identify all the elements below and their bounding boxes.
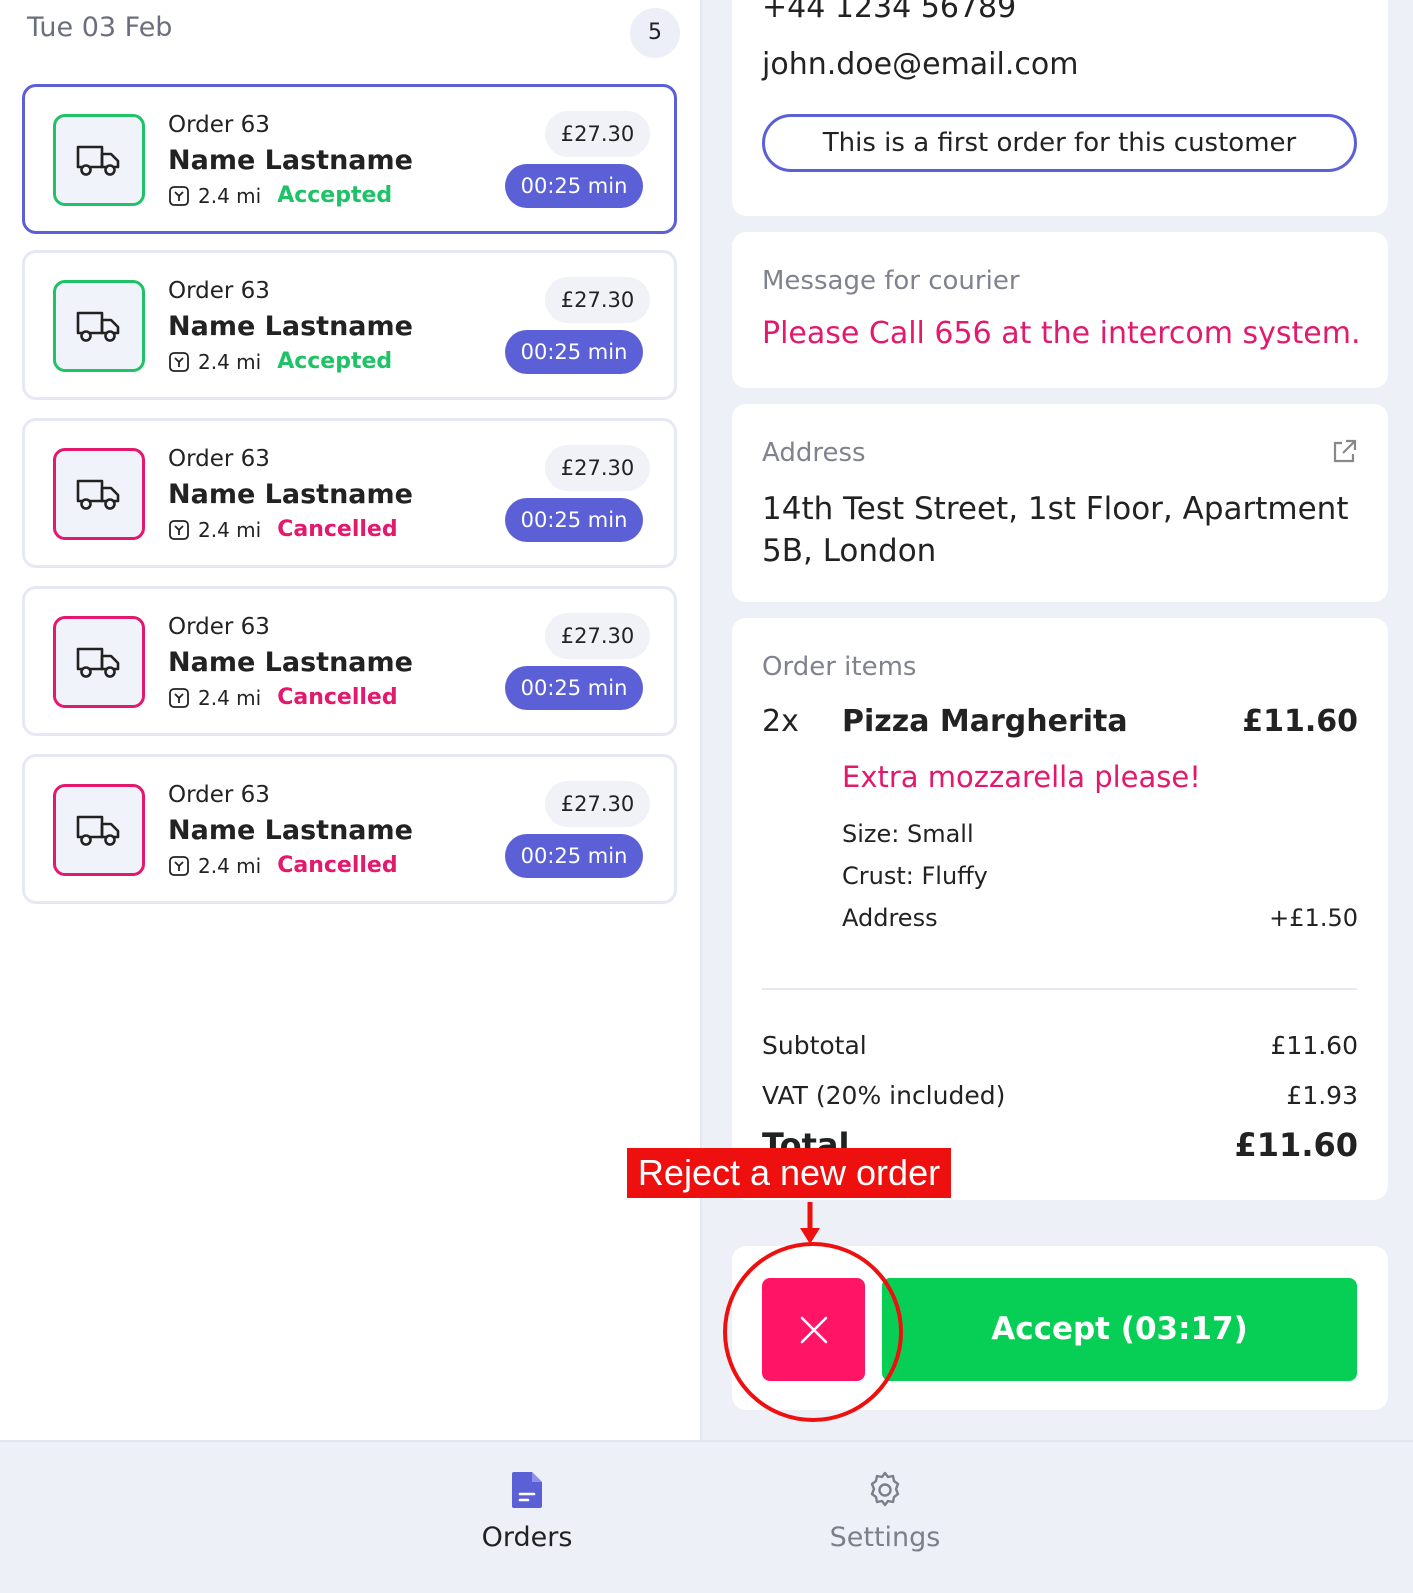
address-panel: Address 14th Test Street, 1st Floor, Apa… [732, 404, 1388, 602]
truck-icon [53, 448, 145, 540]
order-price: £27.30 [545, 445, 650, 491]
order-card[interactable]: Order 63 Name Lastname 2.4 mi Cancelled … [22, 418, 677, 568]
order-time: 00:25 min [505, 330, 643, 374]
courier-message-label: Message for courier [762, 266, 1020, 296]
courier-message-panel: Message for courier Please Call 656 at t… [732, 232, 1388, 388]
close-icon [800, 1316, 827, 1343]
external-link-icon[interactable] [1330, 438, 1358, 466]
scooter-icon [169, 687, 189, 708]
order-time: 00:25 min [505, 498, 643, 542]
orders-list-panel: Tue 03 Feb 5 Order 63 Name Lastname 2.4 … [0, 0, 702, 1440]
item-name: Pizza Margherita [842, 704, 1128, 739]
order-card[interactable]: Order 63 Name Lastname 2.4 mi Accepted £… [22, 84, 677, 234]
customer-name: Name Lastname [168, 479, 413, 510]
orders-date: Tue 03 Feb [27, 12, 173, 43]
truck-icon [53, 280, 145, 372]
accept-button[interactable]: Accept (03:17) [882, 1278, 1357, 1381]
order-distance: 2.4 mi [198, 853, 262, 878]
order-card[interactable]: Order 63 Name Lastname 2.4 mi Cancelled … [22, 754, 677, 904]
order-number: Order 63 [168, 614, 270, 640]
document-icon [512, 1472, 542, 1508]
order-number: Order 63 [168, 112, 270, 138]
order-status: Cancelled [277, 517, 398, 542]
order-card[interactable]: Order 63 Name Lastname 2.4 mi Cancelled … [22, 586, 677, 736]
orders-count-badge: 5 [630, 8, 680, 58]
tab-orders[interactable]: Orders [447, 1470, 607, 1553]
scooter-icon [169, 855, 189, 876]
customer-email[interactable]: john.doe@email.com [762, 47, 1078, 82]
subtotal-label: Subtotal [762, 1031, 867, 1060]
customer-name: Name Lastname [168, 815, 413, 846]
order-price: £27.30 [545, 781, 650, 827]
item-option: Crust: Fluffy [842, 862, 988, 890]
bottom-nav: Orders Settings [0, 1440, 1413, 1593]
order-time: 00:25 min [505, 164, 643, 208]
divider [762, 988, 1357, 990]
order-items-panel: Order items 2x Pizza Margherita £11.60 E… [732, 618, 1388, 1200]
customer-name: Name Lastname [168, 145, 413, 176]
order-price: £27.30 [545, 613, 650, 659]
scooter-icon [169, 519, 189, 540]
customer-name: Name Lastname [168, 647, 413, 678]
order-number: Order 63 [168, 278, 270, 304]
order-status: Accepted [277, 183, 393, 208]
truck-icon [53, 114, 145, 206]
order-card[interactable]: Order 63 Name Lastname 2.4 mi Accepted £… [22, 250, 677, 400]
tab-settings-label: Settings [829, 1522, 941, 1553]
courier-message: Please Call 656 at the intercom system. [762, 316, 1361, 351]
scooter-icon [169, 351, 189, 372]
order-price: £27.30 [545, 111, 650, 157]
annotation-label: Reject a new order [627, 1148, 951, 1198]
order-items-label: Order items [762, 652, 917, 682]
tab-orders-label: Orders [481, 1522, 573, 1553]
order-time: 00:25 min [505, 834, 643, 878]
vat-value: £1.93 [1286, 1081, 1358, 1110]
order-time: 00:25 min [505, 666, 643, 710]
order-distance: 2.4 mi [198, 349, 262, 374]
first-order-badge: This is a first order for this customer [762, 114, 1357, 172]
address-text: 14th Test Street, 1st Floor, Apartment 5… [762, 491, 1349, 569]
address-label: Address [762, 438, 866, 468]
reject-button[interactable] [762, 1278, 865, 1381]
customer-phone[interactable]: +44 1234 56789 [762, 0, 1016, 25]
order-number: Order 63 [168, 782, 270, 808]
truck-icon [53, 784, 145, 876]
customer-name: Name Lastname [168, 311, 413, 342]
order-status: Cancelled [277, 853, 398, 878]
order-number: Order 63 [168, 446, 270, 472]
scooter-icon [169, 185, 189, 206]
item-quantity: 2x [762, 704, 799, 739]
tab-settings[interactable]: Settings [805, 1470, 965, 1553]
order-status: Accepted [277, 349, 393, 374]
actions-panel: Accept (03:17) [732, 1246, 1388, 1410]
subtotal-value: £11.60 [1270, 1031, 1358, 1060]
truck-icon [53, 616, 145, 708]
item-option-price: +£1.50 [1269, 904, 1358, 932]
order-distance: 2.4 mi [198, 183, 262, 208]
item-option: Size: Small [842, 820, 974, 848]
item-note: Extra mozzarella please! [842, 760, 1201, 794]
order-price: £27.30 [545, 277, 650, 323]
vat-label: VAT (20% included) [762, 1081, 1006, 1110]
item-price: £11.60 [1242, 704, 1358, 739]
gear-icon [870, 1471, 900, 1507]
customer-panel: +44 1234 56789 john.doe@email.com This i… [732, 0, 1388, 216]
item-option: Address [842, 904, 938, 932]
order-distance: 2.4 mi [198, 517, 262, 542]
order-status: Cancelled [277, 685, 398, 710]
total-value: £11.60 [1234, 1126, 1358, 1164]
order-distance: 2.4 mi [198, 685, 262, 710]
